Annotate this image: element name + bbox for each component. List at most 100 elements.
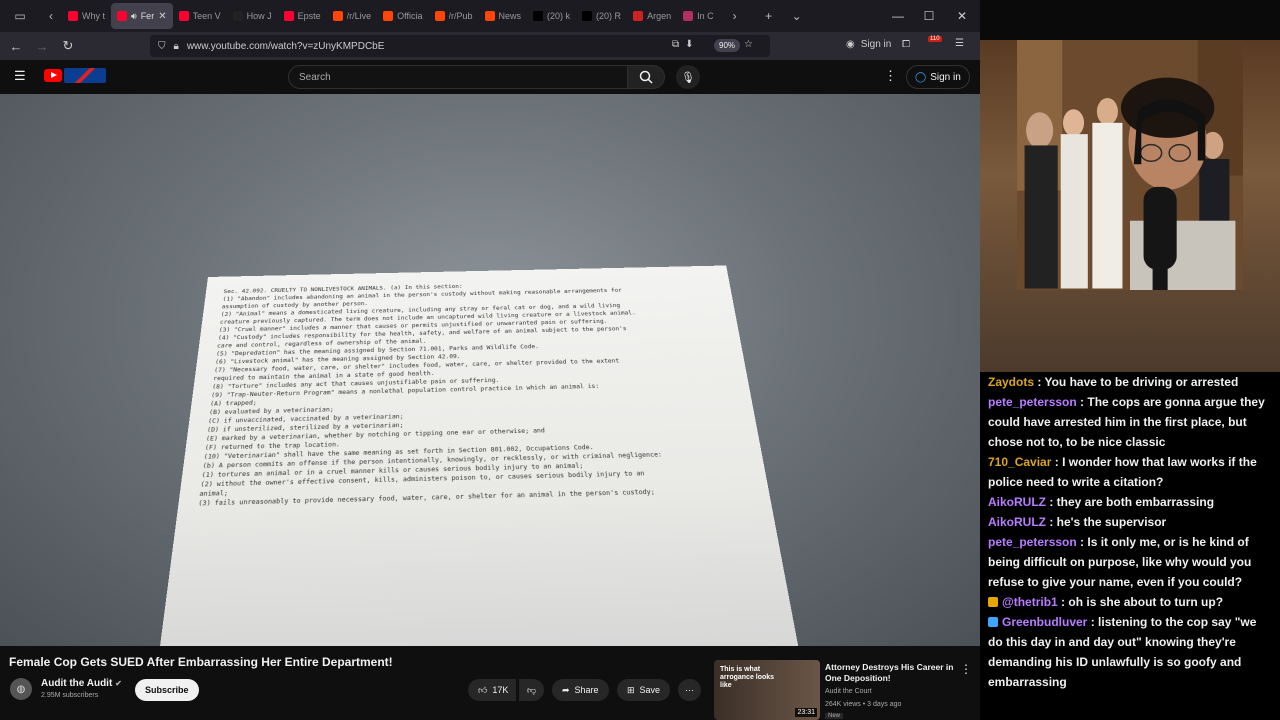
- tab-audio-icon[interactable]: 🔊︎: [131, 11, 137, 22]
- chat-username[interactable]: @thetrib1: [1002, 595, 1058, 609]
- chat-message: AikoRULZ : he's the supervisor: [988, 512, 1274, 532]
- shield-icon[interactable]: ⛉: [158, 41, 166, 52]
- browser-tab[interactable]: How J: [227, 3, 278, 29]
- browser-tab[interactable]: Argen: [627, 3, 677, 29]
- browser-tab[interactable]: Epste: [278, 3, 327, 29]
- chat-separator: :: [1076, 535, 1088, 549]
- chat-text: oh is she about to turn up?: [1068, 595, 1224, 609]
- chat-separator: :: [1076, 395, 1088, 409]
- screen: ▭ ‹ Why t 🔊︎ Fer ✕ Teen V How J Epste/r/Live Of…: [0, 0, 1280, 720]
- minimize-icon[interactable]: —: [882, 0, 914, 32]
- recommended-thumbnail[interactable]: This is what arrogance looks like 23:31: [714, 660, 820, 720]
- ellipsis-icon: ⋯: [685, 684, 694, 695]
- search-icon: [639, 70, 653, 84]
- browser-tab-title: Why t: [82, 11, 106, 21]
- chat-message: 710_Caviar : I wonder how that law works…: [988, 452, 1274, 492]
- back-icon[interactable]: ←: [4, 34, 28, 58]
- browser-tab-title: /r/Live: [346, 11, 372, 21]
- chat-badge-icon: [988, 597, 998, 607]
- recommended-channel[interactable]: Audit the Court: [825, 688, 872, 695]
- tab-list-dropdown-icon[interactable]: ⌄: [786, 0, 808, 32]
- chat-message: Zaydots : You have to be driving or arre…: [988, 372, 1274, 392]
- recommended-video[interactable]: This is what arrogance looks like 23:31 …: [714, 660, 980, 720]
- microphone-icon[interactable]: 🎙︎: [676, 65, 700, 89]
- account-sign-in-label: Sign in: [860, 39, 892, 50]
- tab-list: Why t 🔊︎ Fer ✕ Teen V How J Epste/r/Live Offici…: [62, 0, 720, 32]
- account-sign-in[interactable]: ◉ Sign in: [846, 39, 891, 50]
- browser-tab[interactable]: /r/Live: [327, 3, 378, 29]
- thumbs-up-icon: 👍︎: [478, 684, 488, 695]
- browser-tab[interactable]: News: [479, 3, 528, 29]
- browser-tab-title: (20) R: [596, 11, 622, 21]
- youtube-header: ☰ Search 🎙︎ ⋮ ◯ Sign in: [0, 60, 980, 94]
- dislike-button[interactable]: 👎︎: [519, 679, 545, 701]
- lock-icon[interactable]: 🔒︎: [174, 41, 179, 52]
- browser-tab-title: Fer: [140, 11, 155, 21]
- channel-name[interactable]: Audit the Audit ✔︎: [41, 678, 122, 689]
- extensions-icon[interactable]: ⧠: [902, 39, 910, 50]
- zoom-level[interactable]: 90%: [714, 39, 741, 52]
- tab-overview-icon[interactable]: ▭: [0, 0, 40, 32]
- maximize-icon[interactable]: ☐: [913, 0, 945, 32]
- close-tab-icon[interactable]: ✕: [158, 11, 166, 22]
- tab-favicon-icon: [533, 11, 544, 21]
- subscribe-button[interactable]: Subscribe: [135, 679, 199, 701]
- like-button[interactable]: 👍︎ 17K: [468, 679, 517, 701]
- chat-username[interactable]: AikoRULZ: [988, 515, 1046, 529]
- chat-username[interactable]: 710_Caviar: [988, 455, 1051, 469]
- save-button[interactable]: ⊞ Save: [617, 679, 671, 701]
- channel-name-label: Audit the Audit: [41, 678, 113, 689]
- chat-username[interactable]: pete_petersson: [988, 535, 1077, 549]
- browser-tab[interactable]: Why t: [62, 3, 111, 29]
- url-text: www.youtube.com/watch?v=zUnyKMPDCbE: [186, 40, 385, 52]
- browser-tab[interactable]: (20) k: [527, 3, 576, 29]
- tab-favicon-icon: [633, 11, 644, 21]
- chat-username[interactable]: AikoRULZ: [988, 495, 1046, 509]
- browser-tab[interactable]: (20) R: [576, 3, 627, 29]
- search-input[interactable]: Search: [288, 65, 628, 89]
- chat-username[interactable]: Zaydots: [988, 375, 1034, 389]
- tab-scroll-right-icon[interactable]: ›: [724, 0, 746, 32]
- tab-scroll-left-icon[interactable]: ‹: [40, 0, 62, 32]
- chat-separator: :: [1046, 495, 1057, 509]
- recommended-title[interactable]: Attorney Destroys His Career in One Depo…: [825, 662, 955, 684]
- browser-tab[interactable]: /r/Pub: [429, 3, 479, 29]
- search-button[interactable]: [627, 65, 665, 89]
- video-info: Female Cop Gets SUED After Embarrassing …: [0, 646, 710, 720]
- recommended-more-icon[interactable]: ⋮: [960, 662, 972, 676]
- chat-message: AikoRULZ : they are both embarrassing: [988, 492, 1274, 512]
- chat-text: You have to be driving or arrested: [1044, 375, 1239, 389]
- youtube-logo[interactable]: [44, 69, 62, 82]
- browser-tab-title: Teen V: [192, 11, 221, 21]
- addon-badge-count: 110: [928, 36, 942, 42]
- forward-icon[interactable]: →: [30, 34, 54, 58]
- youtube-doodle-icon[interactable]: [64, 68, 106, 83]
- addon-badge[interactable]: 110: [928, 36, 942, 42]
- reload-icon[interactable]: ↻: [56, 34, 80, 58]
- chat-separator: :: [1087, 615, 1099, 629]
- picture-in-picture-icon[interactable]: ⧉: [672, 39, 679, 50]
- share-button[interactable]: ➦ Share: [552, 679, 609, 701]
- close-window-icon[interactable]: ✕: [946, 0, 978, 32]
- more-actions-button[interactable]: ⋯: [678, 679, 701, 701]
- more-options-icon[interactable]: ⋮: [884, 68, 897, 84]
- video-player[interactable]: Sec. 42.092. CRUELTY TO NONLIVESTOCK ANI…: [0, 94, 980, 646]
- youtube-sign-in-button[interactable]: ◯ Sign in: [906, 65, 970, 89]
- chat-message: pete_petersson : Is it only me, or is he…: [988, 532, 1274, 592]
- tab-favicon-icon: [484, 11, 495, 21]
- guide-menu-icon[interactable]: ☰: [14, 68, 26, 84]
- chat-username[interactable]: pete_petersson: [988, 395, 1077, 409]
- browser-tab[interactable]: In C: [677, 3, 720, 29]
- browser-tab[interactable]: Teen V: [173, 3, 227, 29]
- download-icon[interactable]: ⬇: [685, 39, 693, 50]
- bookmark-star-icon[interactable]: ☆: [744, 39, 753, 50]
- chat-username[interactable]: Greenbudluver: [1002, 615, 1087, 629]
- browser-tab-strip: ▭ ‹ Why t 🔊︎ Fer ✕ Teen V How J Epste/r/Live Of…: [0, 0, 980, 32]
- browser-tab[interactable]: 🔊︎ Fer ✕: [111, 3, 173, 29]
- menu-icon[interactable]: ☰: [955, 38, 964, 49]
- browser-tab[interactable]: Officia: [377, 3, 428, 29]
- channel-avatar[interactable]: ◍: [10, 678, 32, 700]
- thumbnail-caption: This is what arrogance looks like: [720, 666, 775, 689]
- new-tab-icon[interactable]: +: [758, 0, 780, 32]
- thumbs-down-icon: 👎︎: [527, 684, 537, 695]
